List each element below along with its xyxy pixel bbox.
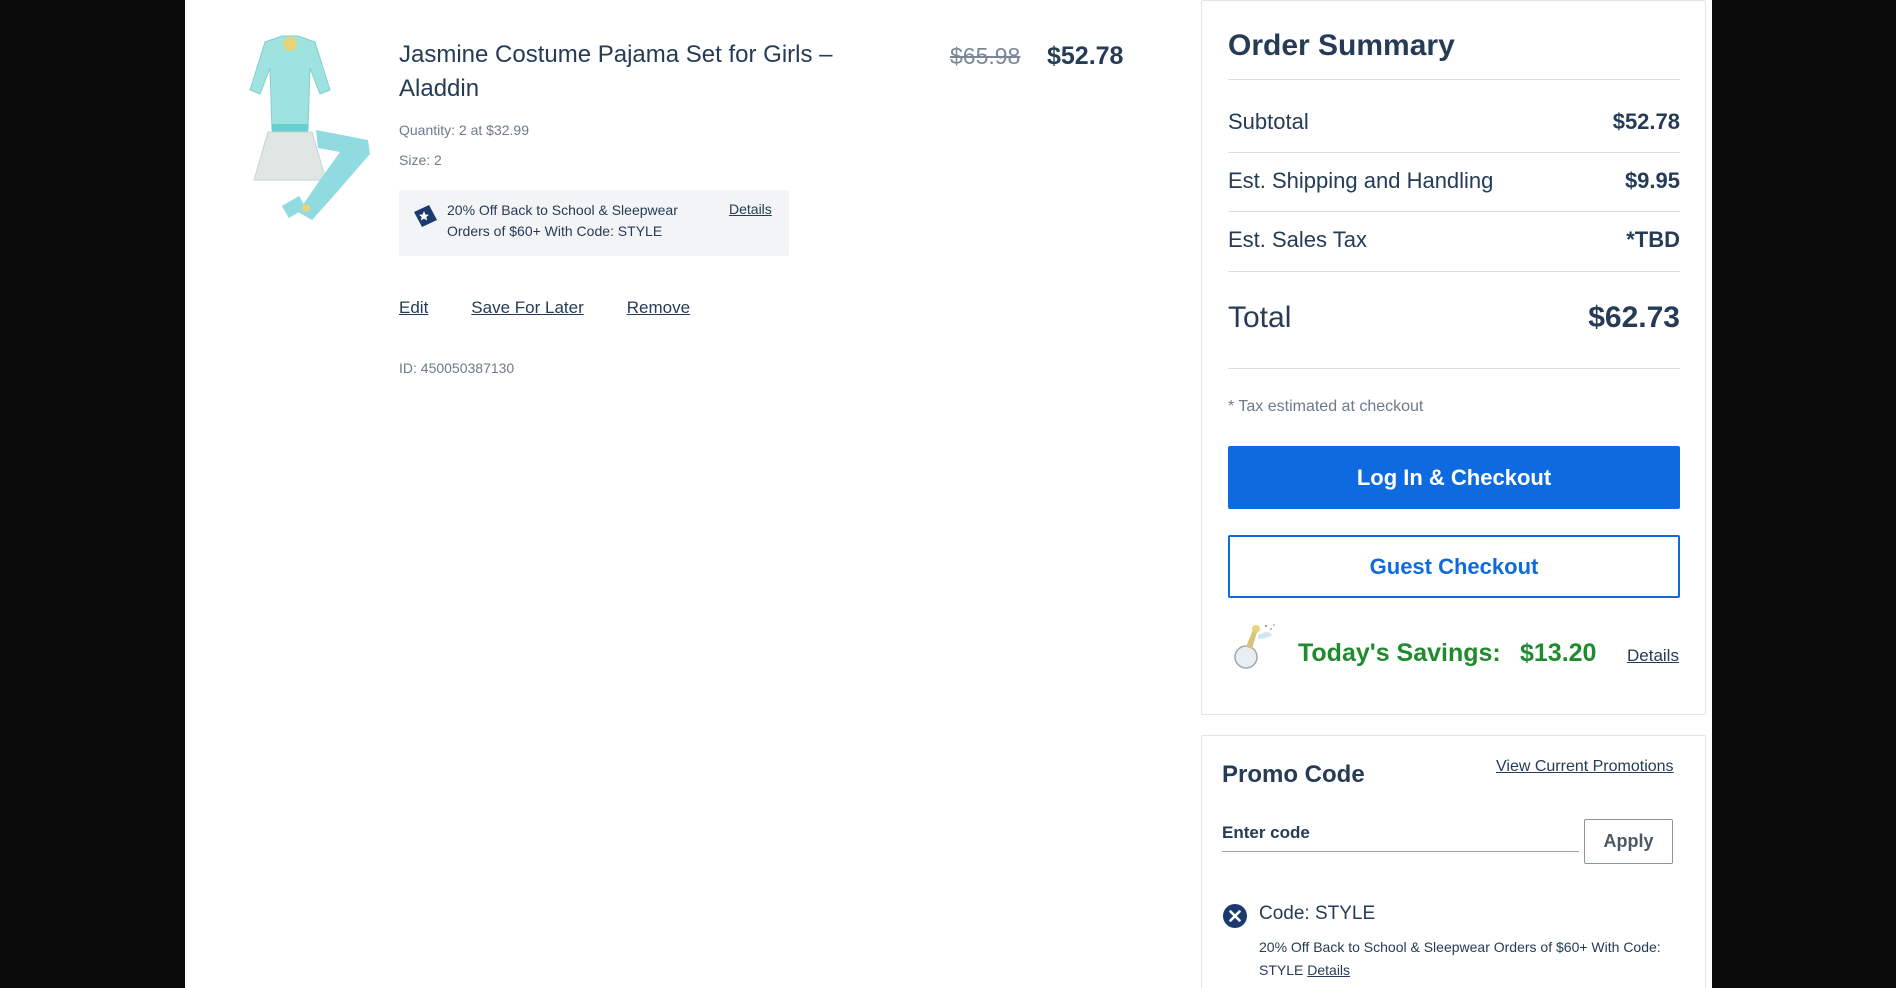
savings-label: Today's Savings: [1298, 639, 1501, 667]
savings-value: $13.20 [1520, 639, 1597, 667]
promo-code-input[interactable] [1222, 814, 1579, 852]
tinker-bell-icon [1228, 621, 1276, 673]
tax-note: * Tax estimated at checkout [1228, 398, 1424, 415]
sale-price: $52.78 [1047, 42, 1124, 70]
original-price: $65.98 [950, 43, 1021, 69]
apply-button[interactable]: Apply [1584, 819, 1673, 864]
shipping-label: Est. Shipping and Handling [1228, 168, 1494, 193]
applied-code-description: 20% Off Back to School & Sleepwear Order… [1259, 936, 1689, 982]
divider [1228, 271, 1680, 272]
order-summary-card: Order Summary Subtotal $52.78 Est. Shipp… [1201, 0, 1706, 715]
promo-code-title: Promo Code [1222, 761, 1365, 788]
promo-code-card: Promo Code View Current Promotions Apply… [1201, 735, 1706, 988]
login-checkout-button[interactable]: Log In & Checkout [1228, 446, 1680, 509]
item-actions: Edit Save For Later Remove [399, 298, 690, 318]
subtotal-label: Subtotal [1228, 109, 1309, 134]
quantity-text: Quantity: 2 at $32.99 [399, 122, 529, 138]
divider [1228, 368, 1680, 369]
sales-tax-label: Est. Sales Tax [1228, 227, 1367, 252]
view-promotions-link[interactable]: View Current Promotions [1496, 758, 1674, 776]
subtotal-value: $52.78 [1612, 109, 1680, 134]
save-for-later-link[interactable]: Save For Later [471, 298, 583, 318]
savings-details-link[interactable]: Details [1627, 646, 1679, 666]
shipping-row: Est. Shipping and Handling $9.95 [1228, 168, 1680, 194]
subtotal-row: Subtotal $52.78 [1228, 109, 1680, 135]
total-row: Total $62.73 [1228, 301, 1680, 335]
product-image[interactable] [220, 30, 375, 230]
sales-tax-row: Est. Sales Tax *TBD [1228, 227, 1680, 253]
divider [1228, 79, 1680, 80]
total-value: $62.73 [1588, 301, 1680, 334]
promo-details-link[interactable]: Details [729, 201, 772, 217]
cart-page: Jasmine Costume Pajama Set for Girls – A… [185, 0, 1712, 988]
promo-text: 20% Off Back to School & Sleepwear Order… [447, 202, 678, 239]
guest-checkout-button[interactable]: Guest Checkout [1228, 535, 1680, 598]
applied-code-details-link[interactable]: Details [1307, 962, 1350, 978]
total-label: Total [1228, 301, 1292, 334]
sales-tax-value: *TBD [1626, 227, 1680, 252]
remove-code-icon[interactable] [1222, 903, 1248, 929]
item-promo-banner: 20% Off Back to School & Sleepwear Order… [399, 190, 789, 256]
divider [1228, 152, 1680, 153]
item-id: ID: 450050387130 [399, 360, 515, 376]
size-text: Size: 2 [399, 152, 442, 168]
product-title[interactable]: Jasmine Costume Pajama Set for Girls – A… [399, 38, 879, 106]
edit-link[interactable]: Edit [399, 298, 428, 318]
applied-code: Code: STYLE [1259, 903, 1376, 924]
divider [1228, 211, 1680, 212]
order-summary-title: Order Summary [1228, 29, 1455, 62]
promo-tag-icon [411, 202, 439, 230]
remove-link[interactable]: Remove [627, 298, 690, 318]
shipping-value: $9.95 [1624, 168, 1680, 193]
pajama-set-icon [249, 35, 370, 220]
